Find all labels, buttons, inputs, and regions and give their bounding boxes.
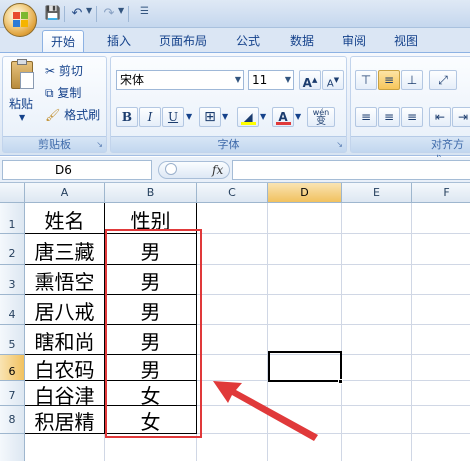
align-left-icon: ≡ (360, 110, 372, 124)
tab-insert[interactable]: 插入 (98, 30, 140, 52)
formula-bar: D6 fx (0, 157, 470, 183)
tab-view[interactable]: 视图 (386, 30, 426, 52)
paste-icon (11, 59, 34, 89)
fill-color-dropdown-icon[interactable]: ▼ (260, 108, 266, 126)
font-color-dropdown-icon[interactable]: ▼ (295, 108, 301, 126)
name-box[interactable]: D6 (2, 160, 152, 180)
align-top-button[interactable]: ⊤ (355, 70, 377, 90)
undo-dropdown-icon[interactable]: ▼ (86, 6, 92, 15)
clipboard-group: 粘贴 ▼ ✂ 剪切 ⧉ 复制 🖌 格式刷 剪贴板 ↘ (2, 56, 107, 153)
alignment-group: ⊤ ≡ ⊥ ⤢ ≡ ≡ ≡ ⇤ ⇥ 对齐方式 (350, 56, 470, 167)
customize-toolbar-icon[interactable]: ☰ (140, 6, 149, 17)
underline-dropdown-icon[interactable]: ▼ (186, 108, 192, 126)
font-size-value: 11 (252, 73, 268, 87)
font-name-value: 宋体 (120, 73, 145, 87)
ribbon-tabs: 开始 插入 页面布局 公式 数据 审阅 视图 (0, 28, 470, 52)
indent-icon: ⇤ (434, 110, 446, 124)
redo-dropdown-icon[interactable]: ▼ (118, 6, 124, 15)
shrink-font-icon: A (326, 78, 334, 90)
tab-review[interactable]: 审阅 (334, 30, 374, 52)
align-right-button[interactable]: ≡ (401, 107, 423, 127)
align-middle-button[interactable]: ≡ (378, 70, 400, 90)
copy-label: 复制 (57, 86, 82, 100)
spreadsheet-grid[interactable]: A B C D E F 1 2 3 4 5 6 7 8 姓名 性别 唐三藏 男 … (0, 183, 470, 461)
borders-dropdown-icon[interactable]: ▼ (222, 108, 228, 126)
align-center-icon: ≡ (383, 110, 395, 124)
brush-icon: 🖌 (45, 108, 61, 122)
office-logo-icon (13, 12, 29, 28)
redo-icon[interactable]: ↷ (100, 5, 118, 23)
align-left-button[interactable]: ≡ (355, 107, 377, 127)
paste-dropdown-icon: ▼ (19, 113, 26, 122)
font-size-select[interactable]: 11 ▼ (248, 70, 294, 90)
copy-icon: ⧉ (45, 86, 54, 100)
orientation-icon: ⤢ (438, 73, 448, 87)
increase-indent-button[interactable]: ⇥ (452, 107, 470, 127)
tab-home[interactable]: 开始 (42, 30, 84, 52)
decrease-indent-button[interactable]: ⇤ (429, 107, 451, 127)
cut-button[interactable]: ✂ 剪切 (45, 62, 83, 80)
orientation-button[interactable]: ⤢ (429, 70, 457, 90)
formula-input[interactable] (232, 160, 470, 180)
phonetic-char: 变 (316, 116, 326, 127)
tab-data[interactable]: 数据 (282, 30, 322, 52)
fill-color-button[interactable]: ◢ (237, 107, 259, 127)
chevron-down-icon: ▼ (284, 75, 291, 84)
toolbar-divider (96, 6, 97, 22)
expand-icon[interactable] (165, 163, 177, 175)
clipboard-launcher-icon[interactable]: ↘ (96, 140, 103, 149)
indent-icon: ⇥ (457, 110, 469, 124)
font-color-button[interactable]: A (272, 107, 294, 127)
borders-icon: ⊞ (204, 109, 216, 125)
tab-page-layout[interactable]: 页面布局 (152, 30, 214, 52)
shrink-font-button[interactable]: A▼ (322, 70, 344, 90)
tab-formulas[interactable]: 公式 (228, 30, 268, 52)
grow-font-button[interactable]: A▲ (299, 70, 321, 90)
phonetic-button[interactable]: wén 变 (307, 107, 335, 127)
font-group-label: 字体 (111, 136, 346, 152)
save-icon[interactable]: 💾 (44, 5, 62, 23)
ribbon: 粘贴 ▼ ✂ 剪切 ⧉ 复制 🖌 格式刷 剪贴板 ↘ 宋体 ▼ 11 ▼ A▲ … (0, 52, 470, 167)
cut-label: 剪切 (58, 64, 83, 78)
insert-function-icon[interactable]: fx (212, 163, 223, 177)
copy-button[interactable]: ⧉ 复制 (45, 84, 81, 102)
format-painter-button[interactable]: 🖌 格式刷 (45, 106, 100, 124)
annotation-arrow-icon (213, 381, 318, 441)
align-center-button[interactable]: ≡ (378, 107, 400, 127)
office-button[interactable] (3, 3, 37, 37)
title-bar: 💾 ↶ ▼ ↷ ▼ ☰ (0, 0, 470, 28)
alignment-group-label: 对齐方式 (351, 136, 470, 167)
clipboard-group-label: 剪贴板 (3, 136, 106, 152)
font-group: 宋体 ▼ 11 ▼ A▲ A▼ B I U ▼ ⊞ ▼ ◢ ▼ A ▼ wén 变… (110, 56, 347, 153)
font-launcher-icon[interactable]: ↘ (336, 140, 343, 149)
undo-icon[interactable]: ↶ (68, 5, 86, 23)
bold-button[interactable]: B (116, 107, 138, 127)
align-top-icon: ⊤ (360, 73, 372, 87)
italic-button[interactable]: I (139, 107, 161, 127)
paste-button[interactable]: 粘贴 ▼ (6, 59, 40, 122)
grow-font-icon: A (302, 76, 312, 90)
font-name-select[interactable]: 宋体 ▼ (116, 70, 244, 90)
underline-button[interactable]: U (162, 107, 184, 127)
align-right-icon: ≡ (406, 110, 418, 124)
align-bottom-icon: ⊥ (406, 73, 418, 87)
borders-button[interactable]: ⊞ (199, 107, 221, 127)
scissors-icon: ✂ (45, 64, 56, 78)
align-middle-icon: ≡ (383, 73, 395, 87)
chevron-down-icon: ▼ (234, 75, 241, 84)
toolbar-divider (128, 6, 129, 22)
format-painter-label: 格式刷 (64, 108, 101, 122)
align-bottom-button[interactable]: ⊥ (401, 70, 423, 90)
toolbar-divider (64, 6, 65, 22)
